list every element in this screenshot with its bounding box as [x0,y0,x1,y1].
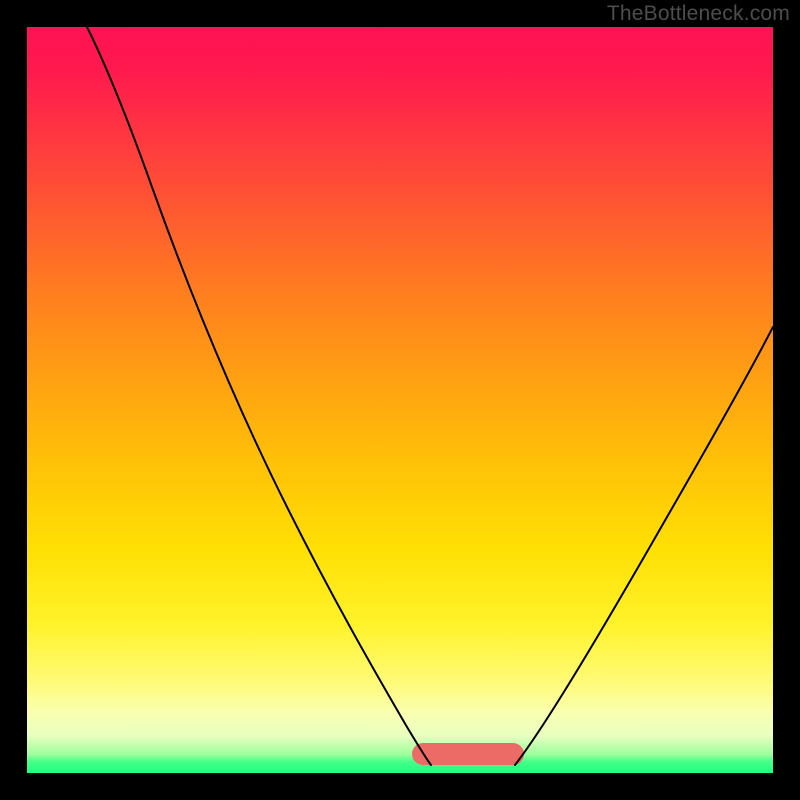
right-branch-path [515,327,773,765]
left-branch-path [87,27,431,765]
watermark-text: TheBottleneck.com [607,2,790,26]
plot-area [27,27,773,773]
curve-layer [27,27,773,773]
chart-frame: TheBottleneck.com [0,0,800,800]
